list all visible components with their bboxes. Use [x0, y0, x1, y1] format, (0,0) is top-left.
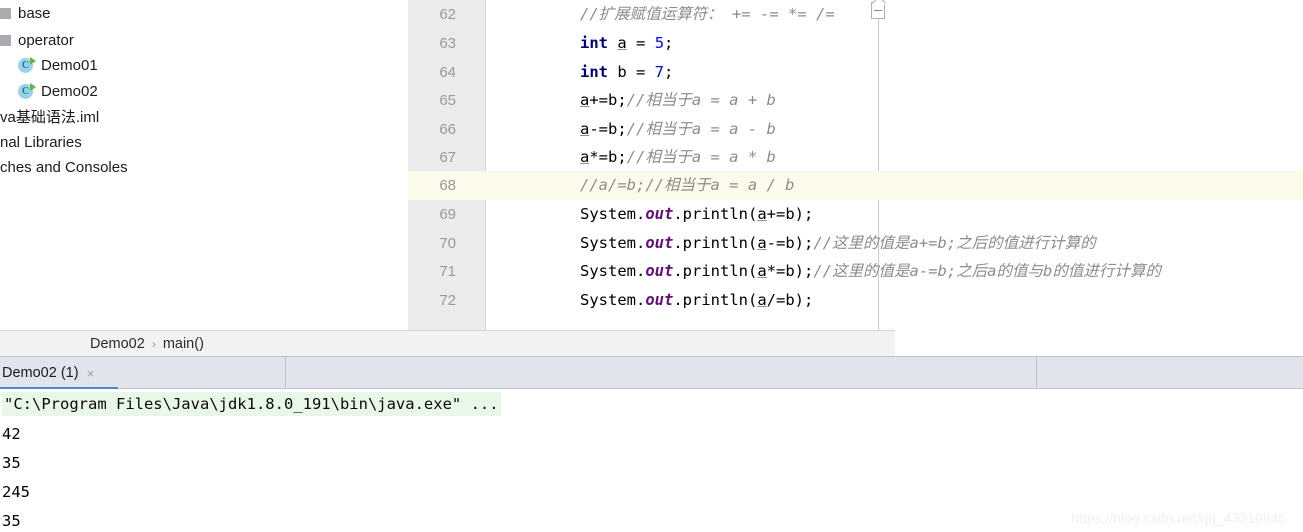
tabbar-divider	[285, 357, 286, 389]
tree-item-label: Demo01	[41, 57, 98, 74]
tree-item-demo02[interactable]: C Demo02	[0, 78, 98, 105]
code-line[interactable]: 65 a+=b;//相当于a = a + b	[408, 86, 1303, 115]
console-output-line: 42	[2, 425, 21, 443]
ide-top-region: base operator C Demo01 C Demo02 va基础语法.iml nal …	[0, 0, 1303, 356]
code-line-text[interactable]: a*=b;//相当于a = a * b	[580, 143, 776, 172]
tree-item-label: ches and Consoles	[0, 159, 128, 176]
run-tab-label: Demo02 (1)	[2, 365, 79, 381]
code-line-text[interactable]: int b = 7;	[580, 58, 673, 87]
console-output-line: 35	[2, 454, 21, 472]
tabbar-divider	[1036, 357, 1037, 389]
code-line[interactable]: 71 System.out.println(a*=b);//这里的值是a-=b;之…	[408, 257, 1303, 286]
tree-item-base[interactable]: base	[0, 0, 51, 27]
code-line-text[interactable]: //a/=b;//相当于a = a / b	[580, 171, 794, 200]
run-tab-bar[interactable]: Demo02 (1) ×	[0, 356, 1303, 390]
tree-item-label: base	[18, 5, 51, 22]
tree-item-ches-and-consoles[interactable]: ches and Consoles	[0, 154, 128, 181]
project-tool-window[interactable]: base operator C Demo01 C Demo02 va基础语法.iml nal …	[0, 0, 408, 356]
line-number: 63	[439, 35, 456, 52]
code-line[interactable]: 62 //扩展赋值运算符： += -= *= /=	[408, 0, 1303, 29]
java-class-icon: C	[18, 83, 36, 100]
code-line-text[interactable]: System.out.println(a/=b);	[580, 286, 813, 315]
code-line[interactable]: 64 int b = 7;	[408, 58, 1303, 87]
tree-item-label: Demo02	[41, 83, 98, 100]
line-number: 67	[439, 149, 456, 166]
tree-item-demo01[interactable]: C Demo01	[0, 52, 98, 79]
code-line-text[interactable]: int a = 5;	[580, 29, 673, 58]
breadcrumb-item-method[interactable]: main()	[163, 336, 204, 352]
code-line[interactable]: 66 a-=b;//相当于a = a - b	[408, 115, 1303, 144]
tree-item-label: va基础语法.iml	[0, 109, 100, 126]
code-editor[interactable]: 62 //扩展赋值运算符： += -= *= /= 63 int a = 5; 64 in…	[408, 0, 1303, 356]
tree-item-label: operator	[18, 32, 74, 49]
code-line[interactable]: 63 int a = 5;	[408, 29, 1303, 58]
code-line-text[interactable]: System.out.println(a*=b);//这里的值是a-=b;之后a…	[580, 257, 1161, 286]
line-number: 66	[439, 121, 456, 138]
java-class-icon: C	[18, 57, 36, 74]
run-tool-window: Demo02 (1) × "C:\Program Files\Java\jdk1…	[0, 356, 1303, 532]
code-line[interactable]: 68 //a/=b;//相当于a = a / b	[408, 171, 1303, 200]
line-number: 62	[439, 6, 456, 23]
line-number: 72	[439, 292, 456, 309]
breadcrumb[interactable]: Demo02 › main()	[0, 330, 895, 356]
code-line[interactable]: 67 a*=b;//相当于a = a * b	[408, 143, 1303, 172]
line-number: 70	[439, 235, 456, 252]
line-number: 69	[439, 206, 456, 223]
console-output-line: 35	[2, 512, 21, 530]
code-line-text[interactable]: System.out.println(a+=b);	[580, 200, 813, 229]
line-number: 65	[439, 92, 456, 109]
run-tab-demo02[interactable]: Demo02 (1) ×	[0, 357, 118, 389]
watermark: https://blog.csdn.net/qq_43310845	[1071, 510, 1286, 526]
tree-item-label: nal Libraries	[0, 134, 82, 151]
close-icon[interactable]: ×	[87, 367, 95, 380]
code-line-text[interactable]: a+=b;//相当于a = a + b	[580, 86, 776, 115]
tree-item-nal-libraries[interactable]: nal Libraries	[0, 129, 82, 156]
line-number: 71	[439, 263, 456, 280]
tree-item-operator[interactable]: operator	[0, 27, 74, 54]
code-line-text[interactable]: System.out.println(a-=b);//这里的值是a+=b;之后的…	[580, 229, 1096, 258]
console-command-line: "C:\Program Files\Java\jdk1.8.0_191\bin\…	[2, 392, 501, 416]
code-line-text[interactable]: a-=b;//相当于a = a - b	[580, 115, 776, 144]
code-line[interactable]: 72 System.out.println(a/=b);	[408, 286, 1303, 315]
code-line[interactable]: 70 System.out.println(a-=b);//这里的值是a+=b;之…	[408, 229, 1303, 258]
breadcrumb-separator-icon: ›	[151, 336, 156, 351]
code-line[interactable]: 69 System.out.println(a+=b);	[408, 200, 1303, 229]
code-line-text[interactable]: //扩展赋值运算符： += -= *= /=	[580, 0, 835, 29]
breadcrumb-item-class[interactable]: Demo02	[90, 336, 145, 352]
line-number: 68	[439, 177, 456, 194]
package-icon	[0, 8, 11, 19]
line-number: 64	[439, 64, 456, 81]
console-output-line: 245	[2, 483, 30, 501]
tree-item-va-iml[interactable]: va基础语法.iml	[0, 104, 99, 131]
package-icon	[0, 35, 11, 46]
